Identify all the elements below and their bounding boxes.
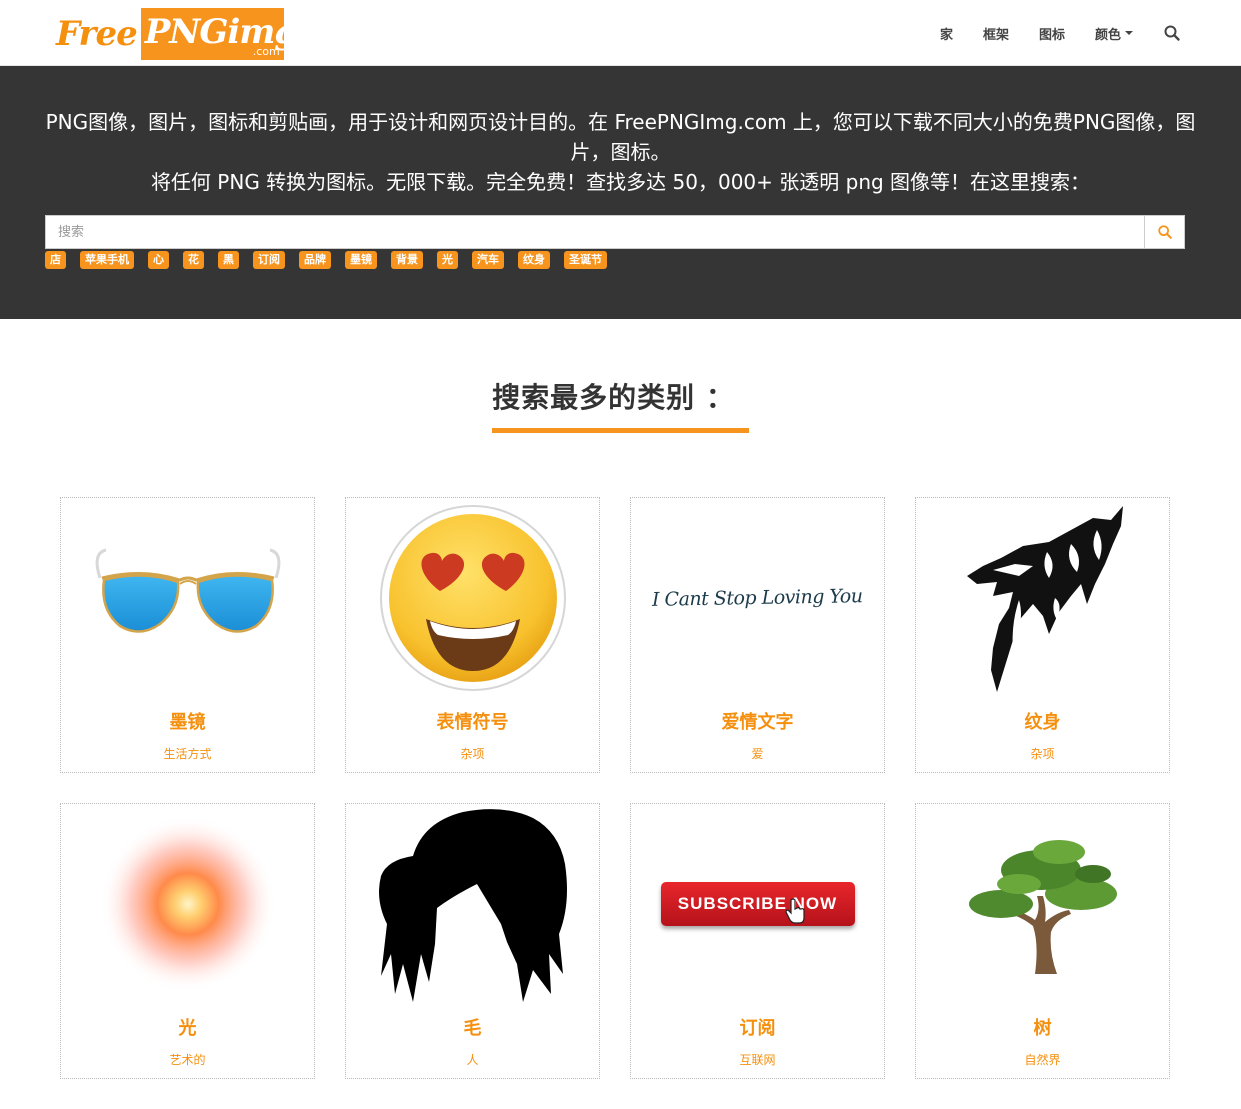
card-image [346,498,599,698]
card-category: 艺术的 [169,1053,206,1067]
section-title: 搜索最多的类别 ： [492,376,749,433]
card-title: 表情符号 [436,712,509,733]
site-logo[interactable]: Free PNGimg .com [52,8,298,60]
card-category: 互联网 [739,1053,776,1067]
nav-home[interactable]: 家 [940,24,953,43]
category-card[interactable]: 毛 人 [345,803,600,1079]
card-title: 纹身 [1024,712,1061,733]
logo-box: PNGimg .com [140,8,298,60]
tag[interactable]: 墨镜 [345,251,377,269]
light-glow-image [99,816,276,992]
card-category: 爱 [751,747,764,761]
tag[interactable]: 店 [45,251,66,269]
tag[interactable]: 圣诞节 [564,251,607,269]
card-title: 爱情文字 [721,712,794,733]
logo-com-text: .com [252,45,280,58]
tag[interactable]: 汽车 [472,251,504,269]
wolf-tattoo-image [966,506,1123,692]
logo-free-text: Free [56,14,138,54]
card-title: 树 [1033,1018,1052,1039]
search-input[interactable] [45,215,1144,249]
tag[interactable]: 背景 [391,251,423,269]
nav-icons[interactable]: 图标 [1039,24,1065,43]
card-image [916,804,1169,1004]
sunglasses-image [95,548,280,633]
card-title: 毛 [463,1018,482,1039]
nav-frames[interactable]: 框架 [983,24,1009,43]
tag[interactable]: 光 [437,251,458,269]
hair-image [378,809,567,1002]
main-nav: 家 框架 图标 颜色 [910,0,1181,66]
tree-image [968,840,1117,974]
category-card[interactable]: SUBSCRIBE NOW 订阅 互联网 [630,803,885,1079]
card-category: 杂项 [460,747,485,761]
caret-down-icon [1125,31,1133,35]
search-button[interactable] [1144,215,1185,249]
subscribe-button-image: SUBSCRIBE NOW [660,882,855,926]
tag[interactable]: 心 [148,251,169,269]
hero-line-1: PNG图像，图片，图标和剪贴画，用于设计和网页设计目的。在 FreePNGImg… [45,110,1196,164]
card-title: 墨镜 [169,712,206,733]
card-title: 光 [178,1018,197,1039]
hero-line-2: 将任何 PNG 转换为图标。无限下载。完全免费！查找多达 50，000+ 张透明… [150,170,1091,194]
category-card[interactable]: 树 自然界 [915,803,1170,1079]
card-category: 生活方式 [163,747,212,761]
category-card[interactable]: I Cant Stop Loving You 爱情文字 爱 [630,497,885,773]
search-icon[interactable] [1163,24,1181,42]
category-card[interactable]: 纹身 杂项 [915,497,1170,773]
navbar: Free PNGimg .com 家 框架 图标 颜色 [0,0,1241,66]
heart-eyes-emoji-image [379,505,566,691]
card-category: 杂项 [1030,747,1055,761]
hand-cursor-icon [784,898,805,924]
nav-colors-dropdown[interactable]: 颜色 [1095,24,1133,43]
category-card[interactable]: 墨镜 生活方式 [60,497,315,773]
tag[interactable]: 纹身 [518,251,550,269]
subscribe-image-text: SUBSCRIBE NOW [677,894,838,913]
card-image: SUBSCRIBE NOW [631,804,884,1004]
card-image: I Cant Stop Loving You [631,498,884,698]
tag[interactable]: 花 [183,251,204,269]
card-title: 订阅 [739,1018,776,1039]
nav-colors-label: 颜色 [1094,27,1121,43]
love-text-image: I Cant Stop Loving You [652,585,863,611]
search-bar [45,215,1185,249]
section-heading: 搜索最多的类别 ： [0,376,1241,433]
search-icon [1157,225,1172,239]
card-image [916,498,1169,698]
tag[interactable]: 品牌 [299,251,331,269]
tag[interactable]: 苹果手机 [80,251,134,269]
hero-banner: PNG图像，图片，图标和剪贴画，用于设计和网页设计目的。在 FreePNGImg… [0,66,1241,319]
tag[interactable]: 订阅 [253,251,285,269]
category-card[interactable]: 光 艺术的 [60,803,315,1079]
card-category: 人 [466,1053,479,1067]
tag-list: 店 苹果手机 心 花 黑 订阅 品牌 墨镜 背景 光 汽车 纹身 圣诞节 [45,251,621,269]
card-category: 自然界 [1024,1053,1061,1067]
card-image [346,804,599,1004]
card-image [61,498,314,698]
tag[interactable]: 黑 [218,251,239,269]
hero-description: PNG图像，图片，图标和剪贴画，用于设计和网页设计目的。在 FreePNGImg… [40,107,1201,197]
category-card[interactable]: 表情符号 杂项 [345,497,600,773]
card-image [61,804,314,1004]
